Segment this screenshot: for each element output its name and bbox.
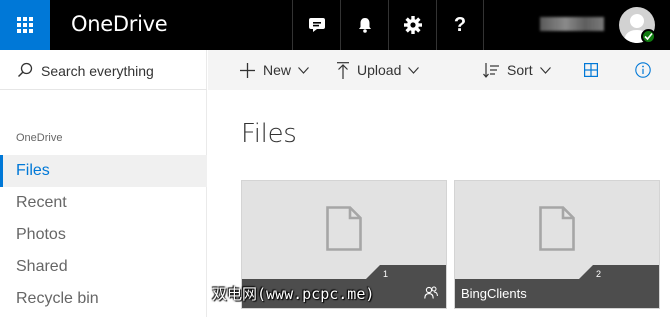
left-navigation: Search everything OneDrive Files Recent … (0, 50, 207, 317)
info-icon (635, 62, 651, 78)
command-bar: New Upload Sort (208, 50, 670, 90)
top-bar: OneDrive ? (0, 0, 670, 50)
search-icon (18, 62, 33, 77)
sidebar-item-recent[interactable]: Recent (0, 187, 207, 219)
help-button[interactable]: ? (436, 0, 484, 50)
grid-view-icon (584, 63, 598, 77)
page-title: Files (241, 119, 297, 149)
document-icon (539, 206, 575, 251)
nav-section-label: OneDrive (16, 132, 63, 144)
upload-button[interactable]: Upload (337, 50, 420, 90)
sort-icon (483, 62, 499, 78)
document-icon (326, 206, 362, 251)
search-input[interactable]: Search everything (41, 63, 154, 79)
sort-button-label: Sort (507, 62, 533, 78)
item-count: 1 (382, 269, 388, 279)
item-count: 2 (595, 269, 601, 279)
online-status-icon (641, 29, 656, 44)
plus-icon (240, 62, 255, 78)
chevron-down-icon (539, 66, 551, 74)
app-launcher-button[interactable] (0, 0, 50, 50)
chevron-down-icon (408, 66, 420, 74)
settings-button[interactable] (388, 0, 436, 50)
shared-people-icon (424, 286, 438, 299)
folder-tile-bingclients[interactable]: 2 BingClients (454, 180, 660, 309)
sidebar-item-recycle-bin[interactable]: Recycle bin (0, 283, 207, 315)
tile-name: BingClients (461, 286, 527, 301)
sidebar-item-files[interactable]: Files (0, 155, 207, 187)
chevron-down-icon (298, 66, 309, 74)
sort-button[interactable]: Sort (483, 50, 551, 90)
sidebar-item-photos[interactable]: Photos (0, 219, 207, 251)
feedback-icon (308, 18, 325, 32)
watermark-text: 双电网(www.pcpc.me) (212, 285, 375, 303)
bell-icon (358, 18, 371, 33)
new-button[interactable]: New (240, 50, 309, 90)
upload-button-label: Upload (357, 62, 402, 78)
new-button-label: New (263, 62, 292, 78)
tile-count-tab (579, 265, 659, 279)
search-box[interactable]: Search everything (0, 50, 207, 90)
feedback-button[interactable] (292, 0, 340, 50)
app-title[interactable]: OneDrive (71, 12, 168, 36)
notifications-button[interactable] (340, 0, 388, 50)
sidebar-item-shared[interactable]: Shared (0, 251, 207, 283)
tile-name-bar: BingClients (455, 279, 659, 308)
tile-count-tab (366, 265, 446, 279)
help-icon: ? (453, 13, 467, 36)
user-name[interactable] (540, 17, 604, 31)
waffle-icon (17, 17, 33, 33)
details-pane-button[interactable] (627, 50, 659, 90)
gear-icon (403, 16, 422, 34)
view-toggle-button[interactable] (575, 50, 607, 90)
upload-icon (337, 61, 349, 79)
